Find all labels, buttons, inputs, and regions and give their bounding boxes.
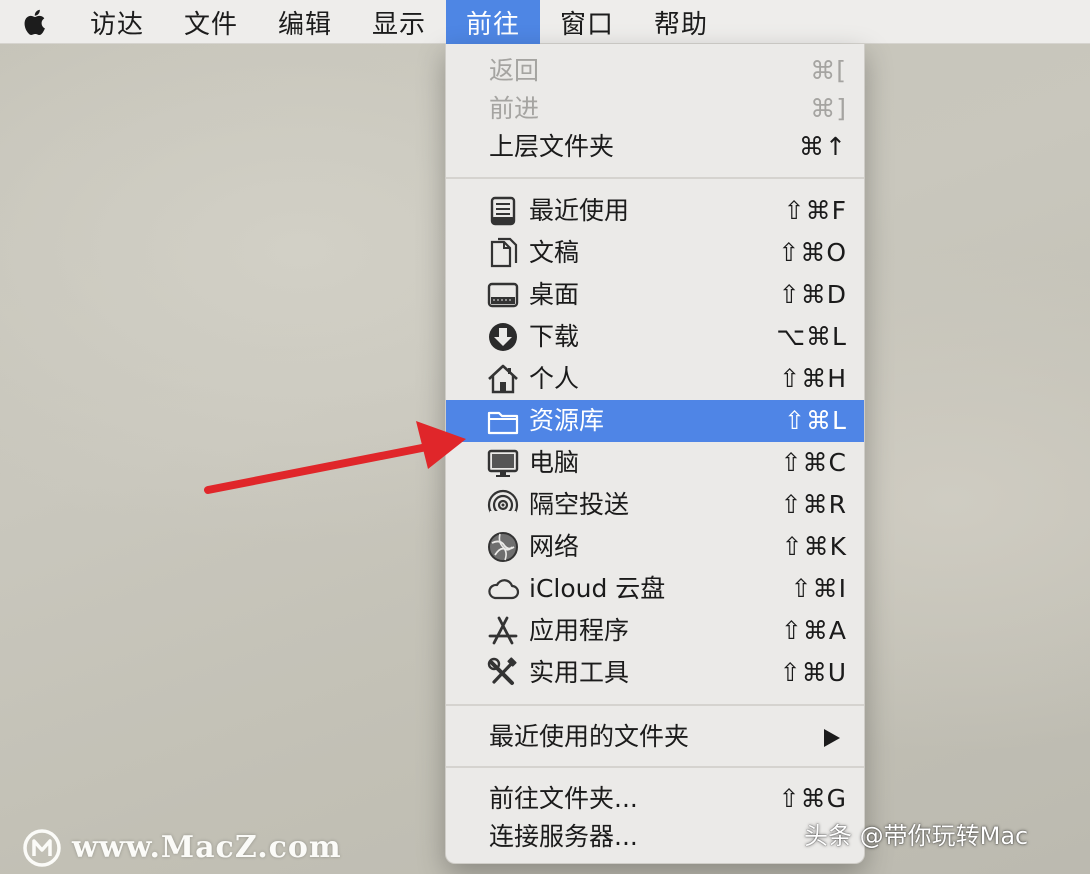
menu-item-shortcut: ⇧⌘L [784, 406, 847, 435]
desktop-icon [487, 282, 519, 308]
menu-item-label: 下载 [529, 322, 580, 351]
menu-item-label: 隔空投送 [529, 490, 630, 519]
home-icon [488, 364, 518, 394]
menu-item-shortcut: ⌘] [810, 94, 847, 123]
watermark-text: www.MacZ.com [72, 830, 342, 865]
menu-item-label: 电脑 [529, 448, 580, 477]
menu-separator [446, 766, 864, 768]
menu-item-go-to-folder[interactable]: 前往文件夹... ⇧⌘G [446, 778, 864, 820]
apple-logo-icon[interactable] [18, 6, 52, 38]
airdrop-icon [487, 489, 519, 521]
menu-item-enclosing-folder[interactable]: 上层文件夹 ⌘↑ [446, 126, 864, 168]
menu-item-shortcut: ⇧⌘D [778, 280, 847, 309]
menu-item-label: 文稿 [529, 238, 580, 267]
recents-icon [490, 196, 516, 226]
menu-item-connect-to-server[interactable]: 连接服务器... [446, 816, 864, 858]
go-menu-dropdown: 返回 ⌘[ 前进 ⌘] 上层文件夹 ⌘↑ 最近使用 ⇧⌘F 文稿 ⇧⌘O 桌面 … [445, 44, 865, 864]
menubar-item-edit[interactable]: 编辑 [268, 0, 342, 44]
menu-item-applications[interactable]: 应用程序 ⇧⌘A [446, 610, 864, 652]
menu-separator [446, 704, 864, 706]
menu-item-label: 最近使用的文件夹 [489, 722, 690, 751]
icloud-icon [488, 579, 520, 600]
menu-item-home[interactable]: 个人 ⇧⌘H [446, 358, 864, 400]
menu-item-label: 网络 [529, 532, 580, 561]
menu-item-shortcut: ⇧⌘C [780, 448, 847, 477]
menubar-item-finder[interactable]: 访达 [80, 0, 154, 44]
menu-item-computer[interactable]: 电脑 ⇧⌘C [446, 442, 864, 484]
menu-item-label: 最近使用 [529, 196, 630, 225]
menu-item-recents[interactable]: 最近使用 ⇧⌘F [446, 190, 864, 232]
menu-item-label: iCloud 云盘 [529, 574, 666, 603]
menu-item-label: 前往文件夹... [489, 784, 638, 813]
utilities-icon [487, 657, 517, 685]
menu-item-shortcut: ⇧⌘R [780, 490, 847, 519]
menu-item-downloads[interactable]: 下载 ⌥⌘L [446, 316, 864, 358]
menu-item-label: 个人 [529, 364, 580, 393]
menu-item-label: 资源库 [529, 406, 605, 435]
menubar-item-file[interactable]: 文件 [174, 0, 248, 44]
menu-item-forward[interactable]: 前进 ⌘] [446, 88, 864, 130]
menu-item-shortcut: ⇧⌘H [779, 364, 847, 393]
menu-item-label: 应用程序 [529, 616, 630, 645]
menubar-item-window[interactable]: 窗口 [550, 0, 624, 44]
menu-item-shortcut: ⇧⌘U [779, 658, 847, 687]
network-icon [488, 532, 518, 562]
applications-icon [488, 616, 518, 645]
menu-item-back[interactable]: 返回 ⌘[ [446, 50, 864, 92]
menu-separator [446, 177, 864, 179]
menu-item-label: 桌面 [529, 280, 580, 309]
submenu-arrow-icon [824, 729, 840, 747]
menu-item-label: 前进 [489, 94, 540, 123]
menu-item-utilities[interactable]: 实用工具 ⇧⌘U [446, 652, 864, 694]
menu-item-label: 实用工具 [529, 658, 630, 687]
menu-item-desktop[interactable]: 桌面 ⇧⌘D [446, 274, 864, 316]
menu-item-label: 连接服务器... [489, 822, 638, 851]
menu-item-label: 上层文件夹 [489, 132, 615, 161]
menu-item-library[interactable]: 资源库 ⇧⌘L [446, 400, 864, 442]
menu-item-label: 返回 [489, 56, 540, 85]
menu-item-shortcut: ⇧⌘G [778, 784, 847, 813]
menu-item-shortcut: ⌥⌘L [776, 322, 847, 351]
downloads-icon [489, 323, 517, 351]
attribution-text: 头条 @带你玩转Mac [804, 822, 1029, 850]
menu-item-icloud-drive[interactable]: iCloud 云盘 ⇧⌘I [446, 568, 864, 610]
menubar-item-help[interactable]: 帮助 [644, 0, 718, 44]
menu-item-recent-folders[interactable]: 最近使用的文件夹 [446, 716, 864, 758]
folder-icon [487, 411, 519, 435]
menu-item-shortcut: ⇧⌘A [780, 616, 847, 645]
menubar-item-view[interactable]: 显示 [362, 0, 436, 44]
menu-item-shortcut: ⇧⌘O [778, 238, 847, 267]
menu-item-network[interactable]: 网络 ⇧⌘K [446, 526, 864, 568]
computer-icon [487, 449, 519, 477]
menubar-item-go[interactable]: 前往 [446, 0, 540, 44]
menu-item-documents[interactable]: 文稿 ⇧⌘O [446, 232, 864, 274]
menu-item-airdrop[interactable]: 隔空投送 ⇧⌘R [446, 484, 864, 526]
menu-item-shortcut: ⇧⌘I [790, 574, 847, 603]
menu-bar: 访达 文件 编辑 显示 前往 窗口 帮助 [0, 0, 1090, 44]
watermark-logo-icon [23, 829, 61, 867]
menu-item-shortcut: ⌘[ [810, 56, 847, 85]
menu-item-shortcut: ⇧⌘F [783, 196, 847, 225]
menu-item-shortcut: ⌘↑ [799, 132, 847, 161]
documents-icon [490, 237, 518, 268]
menu-item-shortcut: ⇧⌘K [781, 532, 847, 561]
